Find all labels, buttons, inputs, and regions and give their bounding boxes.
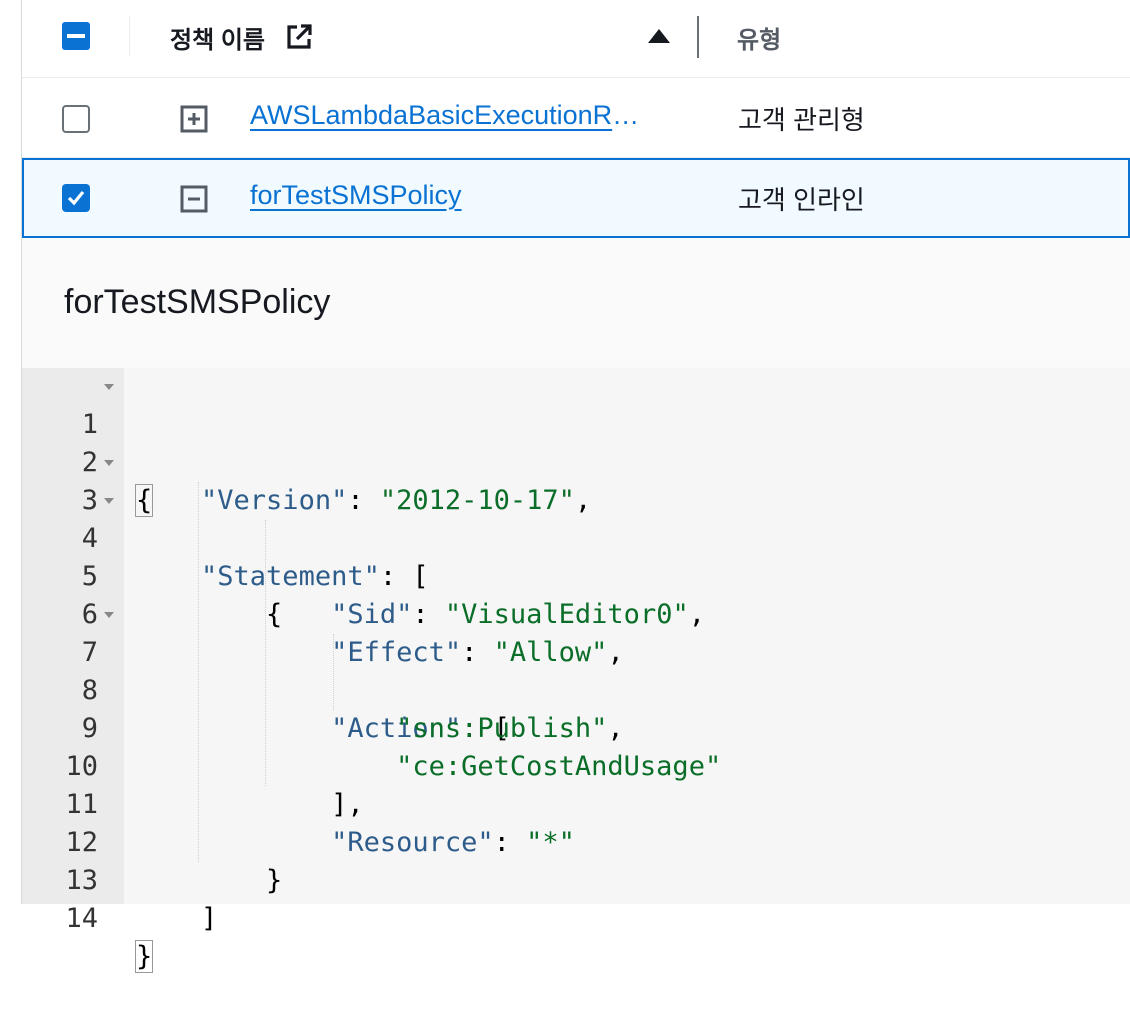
code-line: 5 "Sid": "VisualEditor0", xyxy=(22,520,1130,630)
policy-name-link[interactable]: AWSLambdaBasicExecutionRole xyxy=(250,100,645,131)
fold-toggle-icon[interactable] xyxy=(104,612,114,618)
code-line: 6 "Effect": "Allow", xyxy=(22,558,1130,668)
code-line: 1 { xyxy=(22,368,1130,517)
fold-toggle-icon[interactable] xyxy=(104,384,114,390)
row-checkbox[interactable] xyxy=(62,105,90,133)
code-line: 10 ], xyxy=(22,710,1130,820)
code-line: 11 "Resource": "*" xyxy=(22,748,1130,858)
policy-detail-panel: forTestSMSPolicy 1 { 2 "Version": "2012-… xyxy=(22,238,1130,973)
policy-type: 고객 인라인 xyxy=(738,185,865,215)
row-checkbox-checked[interactable] xyxy=(62,184,90,212)
code-line: 12 } xyxy=(22,786,1130,896)
sort-ascending-icon[interactable] xyxy=(648,29,670,43)
code-line: 9 "ce:GetCostAndUsage" xyxy=(22,672,1130,782)
expand-plus-icon[interactable] xyxy=(180,105,208,133)
table-row-selected[interactable]: forTestSMSPolicy 고객 인라인 xyxy=(22,158,1130,238)
code-line: 4 { xyxy=(22,482,1130,630)
code-line: 7 "Action": [ xyxy=(22,596,1130,744)
column-resize-handle[interactable] xyxy=(697,16,699,58)
code-line: 3 "Statement": [ xyxy=(22,444,1130,592)
json-code-editor[interactable]: 1 { 2 "Version": "2012-10-17", 3 "Statem… xyxy=(22,368,1130,973)
collapse-minus-icon[interactable] xyxy=(180,185,208,213)
policy-detail-title: forTestSMSPolicy xyxy=(64,283,331,321)
external-link-icon[interactable] xyxy=(284,22,314,52)
code-line: 2 "Version": "2012-10-17", xyxy=(22,406,1130,516)
table-header: 정책 이름 유형 xyxy=(22,0,1130,78)
policy-type: 고객 관리형 xyxy=(738,105,865,135)
json-brace: } xyxy=(134,940,154,973)
code-line: 8 "sns:Publish", xyxy=(22,634,1130,744)
code-line: 13 ] xyxy=(22,824,1130,934)
fold-toggle-icon[interactable] xyxy=(104,498,114,504)
column-header-type[interactable]: 유형 xyxy=(737,20,781,55)
json-bracket: ] xyxy=(201,903,218,934)
line-number: 14 xyxy=(65,903,98,934)
checkmark-icon xyxy=(67,190,85,206)
select-all-checkbox[interactable] xyxy=(62,22,90,50)
code-line: 14 } xyxy=(22,862,1130,973)
policy-name-link[interactable]: forTestSMSPolicy xyxy=(250,180,462,211)
column-divider xyxy=(129,16,130,56)
column-header-policy-name[interactable]: 정책 이름 xyxy=(170,20,265,55)
table-row[interactable]: AWSLambdaBasicExecutionRole 고객 관리형 xyxy=(22,78,1130,158)
fold-toggle-icon[interactable] xyxy=(104,460,114,466)
